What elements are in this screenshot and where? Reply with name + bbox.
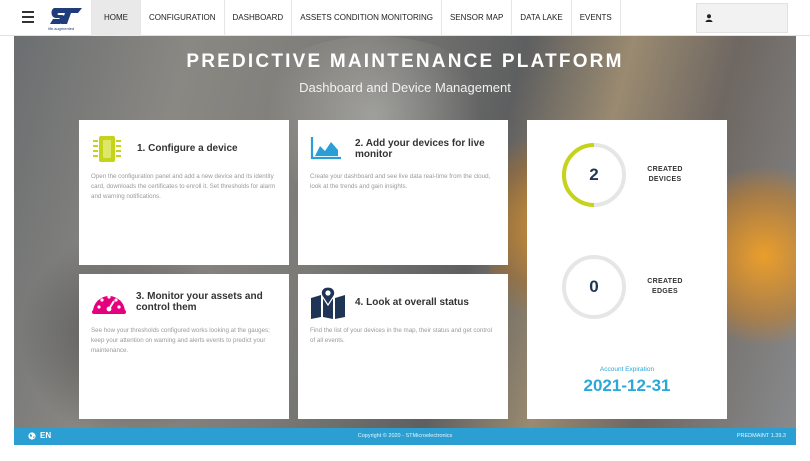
nav-dashboard[interactable]: DASHBOARD [225, 0, 293, 36]
card-title: 3. Monitor your assets and control them [136, 291, 263, 313]
page-title: PREDICTIVE MAINTENANCE PLATFORM [186, 51, 624, 72]
footer: EN Copyright © 2020 - STMicroelectronics… [14, 428, 796, 445]
nav-home[interactable]: HOME [91, 0, 141, 36]
user-icon [705, 14, 713, 22]
user-menu[interactable] [696, 3, 788, 33]
nav-sensor-map[interactable]: SENSOR MAP [442, 0, 513, 36]
gauge-icon [92, 295, 126, 314]
map-pin-icon [311, 286, 345, 319]
nav-assets-condition-monitoring[interactable]: ASSETS CONDITION MONITORING [292, 0, 442, 36]
top-navigation-bar: life.augmented HOME CONFIGURATION DASHBO… [0, 0, 810, 36]
account-expiration-label: Account Expiration [599, 366, 655, 373]
nav-configuration[interactable]: CONFIGURATION [141, 0, 225, 36]
version-text: PREDMAINT 1.39.3 [736, 433, 786, 439]
created-devices-count: 2 [589, 165, 599, 184]
created-devices-label: CREATED DEVICES [647, 166, 683, 183]
card-live-monitor[interactable]: 2. Add your devices for live monitor Cre… [298, 120, 508, 265]
account-expiration-date: 2021-12-31 [583, 376, 671, 395]
nav-data-lake[interactable]: DATA LAKE [512, 0, 572, 36]
card-overall-status[interactable]: 4. Look at overall status Find the list … [298, 274, 508, 419]
card-title: 1. Configure a device [137, 143, 238, 154]
card-title: 2. Add your devices for live monitor [355, 138, 485, 160]
card-description: Find the list of your devices in the map… [310, 327, 492, 344]
area-chart-icon [310, 137, 341, 160]
created-edges-count: 0 [589, 277, 599, 296]
card-monitor-assets[interactable]: 3. Monitor your assets and control them … [79, 274, 289, 419]
card-description: See how your thresholds configured works… [91, 327, 270, 354]
logo-tagline: life.augmented [48, 26, 75, 31]
nav-events[interactable]: EVENTS [572, 0, 621, 36]
card-configure-device[interactable]: 1. Configure a device Open the configura… [79, 120, 289, 265]
card-description: Open the configuration panel and add a n… [91, 173, 276, 200]
card-title: 4. Look at overall status [355, 297, 469, 308]
menu-icon[interactable] [22, 11, 34, 25]
main-nav: HOME CONFIGURATION DASHBOARD ASSETS COND… [91, 0, 621, 36]
created-edges-label: CREATED EDGES [647, 278, 683, 295]
st-logo[interactable]: life.augmented [48, 6, 84, 32]
chip-icon [93, 136, 121, 162]
page-subtitle: Dashboard and Device Management [299, 80, 511, 95]
copyright-text: Copyright © 2020 - STMicroelectronics [357, 433, 453, 439]
stats-panel: 2 CREATED DEVICES 0 CREATED EDGES Account … [527, 120, 727, 419]
card-description: Create your dashboard and see live data … [310, 173, 491, 190]
